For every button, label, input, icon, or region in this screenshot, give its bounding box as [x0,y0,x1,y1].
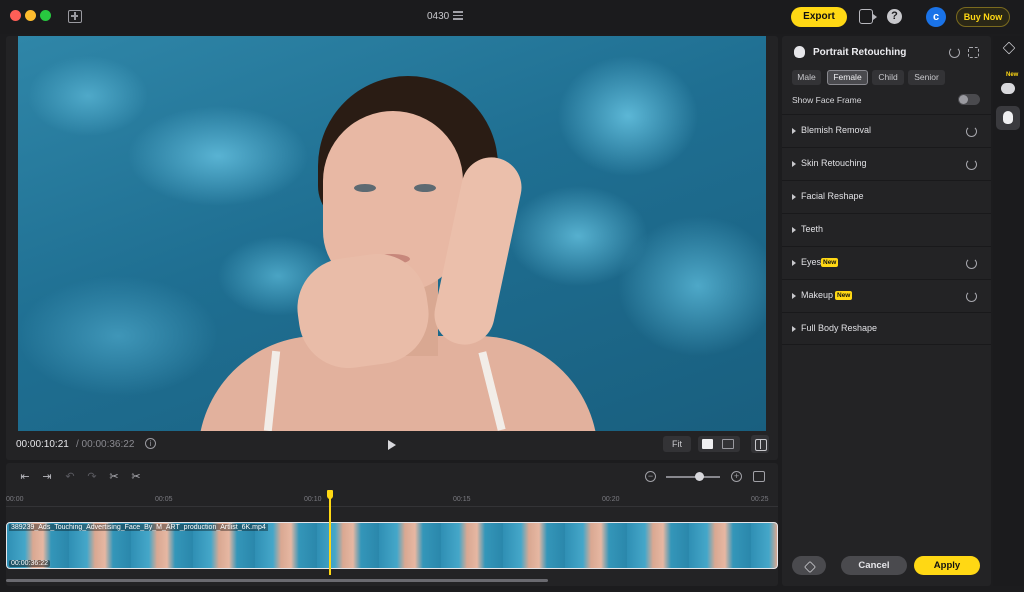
ruler-label: 00:05 [155,496,173,503]
help-icon[interactable]: ? [887,9,902,24]
section-label: Blemish Removal [801,125,872,135]
expand-caret-icon [792,128,796,134]
playhead-line [329,497,331,575]
section-label: Eyes [801,257,822,267]
aspect-ratio-toggle [698,436,740,452]
video-preview[interactable] [18,36,766,431]
section-label: Teeth [801,224,824,234]
title-bar: 0430 Export ? c Buy Now [0,0,1024,34]
gender-child[interactable]: Child [872,70,904,85]
panel-header: Portrait Retouching [782,36,991,68]
section-label: Full Body Reshape [801,323,878,333]
panel-title: Portrait Retouching [813,47,907,58]
export-frame-icon[interactable] [859,9,877,24]
zoom-in-icon[interactable]: + [731,471,742,482]
expand-caret-icon [792,227,796,233]
preview-area: 00:00:10:21 / 00:00:36:22 i Fit [6,36,778,460]
reset-icon[interactable] [966,126,977,137]
redo-icon[interactable]: ↷ [85,471,99,483]
subject-eye-right [414,184,436,192]
expand-caret-icon [792,161,796,167]
video-clip[interactable]: 389239_Ads_Touching_Advertising_Face_By_… [6,522,778,569]
play-button[interactable] [388,440,396,450]
zoom-slider[interactable] [666,476,720,478]
ruler-label: 00:10 [304,496,322,503]
gender-male[interactable]: Male [792,70,821,85]
reset-icon[interactable] [966,159,977,170]
layers-button[interactable] [792,556,826,575]
original-view-icon[interactable] [702,439,713,449]
timeline-scrollbar[interactable] [6,579,548,582]
zoom-out-icon[interactable]: − [645,471,656,482]
minimize-window-button[interactable] [25,10,36,21]
timeline: ⇤ ⇥ ↶ ↷ ✂ ✂ − + 00:00 00:05 00:10 00:15 … [6,463,778,586]
close-window-button[interactable] [10,10,21,21]
undo-icon[interactable]: ↶ [63,471,77,483]
project-list-icon[interactable] [453,11,463,20]
expand-caret-icon [792,194,796,200]
portrait-icon [794,46,805,58]
project-title: 0430 [427,11,450,22]
section-blemish-removal[interactable]: Blemish Removal [782,114,991,147]
section-full-body-reshape[interactable]: Full Body Reshape [782,312,991,345]
gender-female[interactable]: Female [827,70,868,85]
section-makeup[interactable]: Makeup New [782,279,991,312]
section-label: Makeup [801,290,834,300]
buy-now-button[interactable]: Buy Now [956,7,1010,27]
new-badge: New [821,258,839,267]
layers-icon[interactable] [996,36,1020,60]
section-label: Facial Reshape [801,191,864,201]
new-badge: New [835,291,853,300]
clip-filename: 389239_Ads_Touching_Advertising_Face_By_… [9,524,268,531]
reset-icon[interactable] [966,291,977,302]
expand-caret-icon [792,326,796,332]
section-skin-retouching[interactable]: Skin Retouching [782,147,991,180]
expand-caret-icon [792,293,796,299]
zoom-window-button[interactable] [40,10,51,21]
section-facial-reshape[interactable]: Facial Reshape [782,180,991,213]
subject-eye-left [354,184,376,192]
playhead-handle[interactable] [327,490,333,499]
ruler-label: 00:20 [602,496,620,503]
delete-scissors-icon[interactable]: ✂ [129,471,143,483]
tool-rail: New [993,36,1024,586]
jump-end-icon[interactable]: ⇥ [40,471,54,483]
portrait-retouching-panel: Portrait Retouching Male Female Child Se… [782,36,991,586]
show-face-frame-label: Show Face Frame [792,95,862,105]
jump-start-icon[interactable]: ⇤ [18,471,32,483]
reset-icon[interactable] [966,258,977,269]
compare-view-icon[interactable] [722,439,734,449]
section-teeth[interactable]: Teeth [782,213,991,246]
total-timecode: / 00:00:36:22 [76,439,135,450]
portrait-icon[interactable] [996,106,1020,130]
ruler-label: 00:15 [453,496,471,503]
ruler-label: 00:25 [751,496,769,503]
gender-senior[interactable]: Senior [908,70,945,85]
section-label: Skin Retouching [801,158,867,168]
current-timecode: 00:00:10:21 [16,439,69,450]
show-face-frame-toggle[interactable] [958,94,980,105]
info-icon[interactable]: i [145,438,156,449]
apply-button[interactable]: Apply [914,556,980,575]
split-view-icon[interactable] [751,435,769,453]
section-eyes[interactable]: Eyes New [782,246,991,279]
zoom-slider-handle[interactable] [695,472,704,481]
expand-caret-icon [792,260,796,266]
ruler-label: 00:00 [6,496,24,503]
panel-footer: Cancel Apply [782,551,991,586]
split-scissors-icon[interactable]: ✂ [107,471,121,483]
clip-duration: 00:00:36:22 [9,560,50,567]
cancel-button[interactable]: Cancel [841,556,907,575]
reset-all-icon[interactable] [949,47,960,58]
playback-bar: 00:00:10:21 / 00:00:36:22 i Fit [6,431,778,460]
face-scan-icon[interactable] [968,47,979,58]
time-ruler[interactable]: 00:00 00:05 00:10 00:15 00:20 00:25 [6,489,778,507]
fit-timeline-icon[interactable] [753,471,765,482]
new-project-icon[interactable] [68,10,82,23]
fit-button[interactable]: Fit [663,436,691,452]
palette-icon[interactable] [996,76,1020,100]
export-button[interactable]: Export [791,7,847,27]
avatar[interactable]: c [926,7,946,27]
